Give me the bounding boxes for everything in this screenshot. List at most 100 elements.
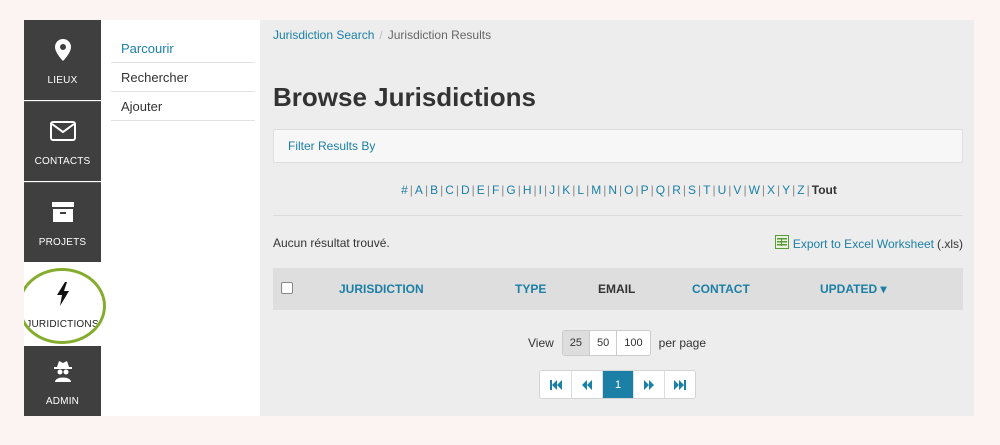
alpha-filter-link[interactable]: E (477, 183, 485, 197)
alpha-separator: | (635, 183, 639, 197)
alpha-filter-link[interactable]: D (461, 183, 470, 197)
alpha-separator: | (533, 183, 537, 197)
per-page-100-button[interactable]: 100 (616, 331, 650, 355)
subnav-item-rechercher[interactable]: Rechercher (111, 63, 255, 92)
view-label: View (527, 336, 554, 350)
alpha-separator: | (743, 183, 747, 197)
alpha-filter-link[interactable]: C (445, 183, 454, 197)
last-page-icon (674, 379, 686, 390)
sidebar-item-admin[interactable]: ADMIN (24, 346, 101, 416)
alpha-filter-link[interactable]: K (562, 183, 570, 197)
alpha-separator: | (667, 183, 671, 197)
prev-page-button[interactable] (571, 371, 602, 398)
alpha-filter-link[interactable]: Z (797, 183, 804, 197)
per-page-label: per page (658, 336, 707, 350)
page-title: Browse Jurisdictions (273, 82, 536, 112)
breadcrumb: Jurisdiction Search / Jurisdiction Results (273, 28, 491, 42)
alpha-filter-link[interactable]: A (415, 183, 423, 197)
alpha-filter-link[interactable]: H (523, 183, 532, 197)
table-header: JURISDICTION TYPE EMAIL CONTACT UPDATED … (273, 268, 963, 310)
alpha-separator: | (603, 183, 607, 197)
lightning-bolt-icon (56, 279, 70, 309)
subnav-item-ajouter[interactable]: Ajouter (111, 92, 255, 121)
column-updated[interactable]: UPDATED ▾ (820, 282, 887, 296)
alpha-filter-link[interactable]: # (401, 183, 408, 197)
breadcrumb-current: Jurisdiction Results (387, 28, 492, 42)
alpha-separator: | (792, 183, 796, 197)
alpha-filter-link[interactable]: W (749, 183, 760, 197)
sidebar-item-projets[interactable]: PROJETS (24, 182, 101, 262)
sub-navigation: Parcourir Rechercher Ajouter (111, 34, 255, 121)
alpha-filter-link[interactable]: N (608, 183, 617, 197)
alpha-separator: | (424, 183, 429, 197)
alpha-filter-link[interactable]: Q (656, 183, 665, 197)
alpha-filter-link[interactable]: O (624, 183, 633, 197)
alpha-separator: | (544, 183, 548, 197)
sidebar-item-lieux[interactable]: LIEUX (24, 20, 101, 100)
alpha-separator: | (712, 183, 716, 197)
alpha-filter-link[interactable]: L (577, 183, 584, 197)
filter-results-toggle[interactable]: Filter Results By (273, 129, 963, 163)
alpha-separator: | (650, 183, 654, 197)
alpha-filter-link[interactable]: J (549, 183, 555, 197)
alpha-filter-link[interactable]: G (506, 183, 515, 197)
column-contact[interactable]: CONTACT (692, 282, 750, 296)
alpha-filter-link[interactable]: R (672, 183, 681, 197)
alpha-filter-link[interactable]: S (688, 183, 696, 197)
sidebar-item-juridictions[interactable]: JURIDICTIONS (24, 264, 101, 344)
current-page-button[interactable]: 1 (602, 371, 633, 398)
breadcrumb-separator: / (379, 28, 383, 42)
per-page-options: 25 50 100 (561, 330, 651, 356)
alpha-filter-link[interactable]: I (539, 183, 542, 197)
sidebar-item-label: ADMIN (45, 395, 80, 407)
column-jurisdiction[interactable]: JURISDICTION (339, 282, 424, 296)
alpha-filter-link[interactable]: F (492, 183, 499, 197)
column-type[interactable]: TYPE (515, 282, 546, 296)
export-extension: (.xls) (937, 236, 963, 251)
next-icon (644, 379, 654, 390)
alpha-separator: | (586, 183, 590, 197)
per-page-50-button[interactable]: 50 (589, 331, 617, 355)
previous-icon (582, 379, 592, 390)
icon-rail: LIEUX CONTACTS PROJETS JURIDICTIONS ADMI… (24, 20, 106, 416)
alpha-filter-link[interactable]: X (767, 183, 775, 197)
archive-box-icon (51, 197, 74, 227)
alpha-separator: | (471, 183, 475, 197)
alpha-filter-link[interactable]: P (641, 183, 649, 197)
sidebar-item-contacts[interactable]: CONTACTS (24, 101, 101, 181)
alpha-separator: | (486, 183, 490, 197)
first-page-button[interactable] (540, 371, 571, 398)
alpha-separator: | (455, 183, 459, 197)
last-page-button[interactable] (664, 371, 695, 398)
envelope-icon (49, 116, 76, 146)
alpha-separator: | (557, 183, 561, 197)
export-excel-link[interactable]: Export to Excel Worksheet (793, 237, 934, 251)
main-content: Jurisdiction Search / Jurisdiction Results… (260, 20, 974, 416)
alpha-separator: | (682, 183, 687, 197)
alpha-filter-link[interactable]: B (430, 183, 438, 197)
alpha-separator: | (501, 183, 505, 197)
pagination: 1 (539, 370, 696, 399)
excel-icon[interactable] (774, 235, 789, 252)
per-page-selector: View 25 50 100 per page (260, 330, 974, 356)
per-page-25-button[interactable]: 25 (562, 331, 590, 355)
alpha-filter-link[interactable]: U (718, 183, 727, 197)
breadcrumb-link[interactable]: Jurisdiction Search (273, 28, 374, 42)
column-updated-label: UPDATED (820, 282, 878, 296)
alpha-separator: | (572, 183, 576, 197)
alpha-filter-all[interactable]: Tout (812, 183, 837, 197)
alpha-filter-link[interactable]: M (591, 183, 601, 197)
sidebar-item-label: LIEUX (47, 74, 78, 86)
alpha-separator: | (517, 183, 521, 197)
no-results-message: Aucun résultat trouvé. (273, 236, 390, 250)
next-page-button[interactable] (633, 371, 664, 398)
alpha-separator: | (806, 183, 810, 197)
select-all-checkbox[interactable] (281, 282, 293, 294)
alpha-separator: | (761, 183, 766, 197)
alpha-filter-link[interactable]: V (733, 183, 741, 197)
alpha-filter-link[interactable]: T (703, 183, 710, 197)
sort-desc-icon: ▾ (880, 282, 887, 296)
app-frame: LIEUX CONTACTS PROJETS JURIDICTIONS ADMI… (24, 20, 974, 416)
subnav-item-parcourir[interactable]: Parcourir (111, 34, 255, 63)
alpha-filter-link[interactable]: Y (782, 183, 790, 197)
